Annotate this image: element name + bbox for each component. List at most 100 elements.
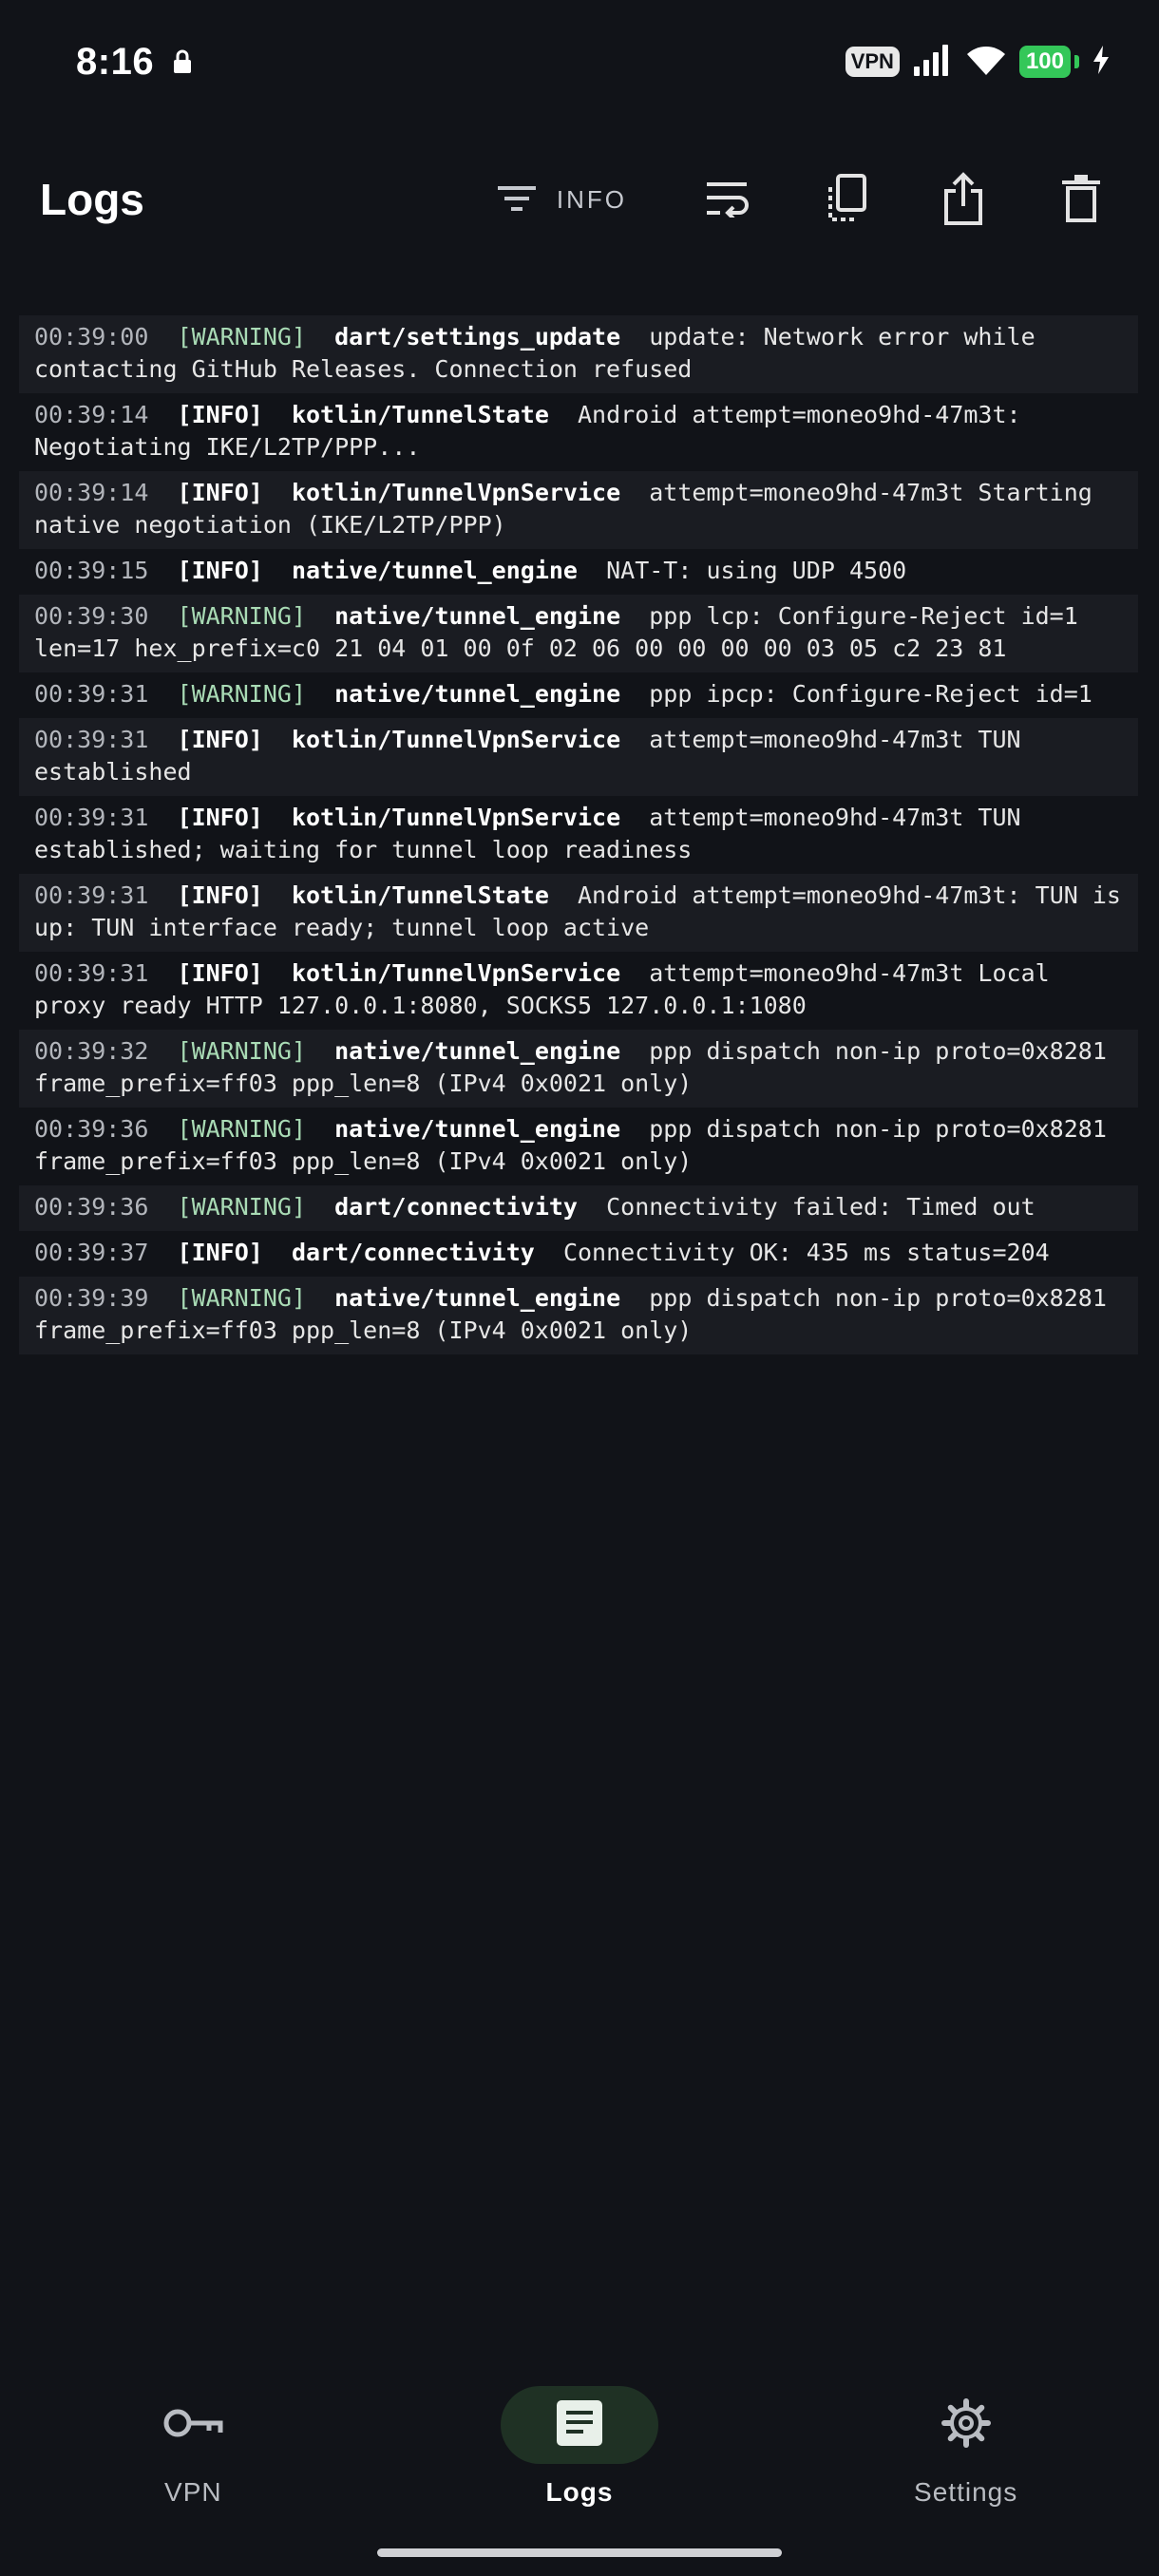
log-level: [WARNING] — [177, 602, 306, 630]
log-source: native/tunnel_engine — [334, 680, 621, 708]
log-entry[interactable]: 00:39:31 [WARNING] native/tunnel_engine … — [19, 672, 1138, 718]
nav-label-settings: Settings — [914, 2477, 1018, 2507]
wrap-text-button[interactable] — [690, 161, 766, 237]
log-source: native/tunnel_engine — [334, 1037, 621, 1065]
page-title: Logs — [40, 175, 144, 224]
home-indicator[interactable] — [377, 2548, 782, 2557]
log-entry[interactable]: 00:39:31 [INFO] kotlin/TunnelVpnService … — [19, 796, 1138, 874]
copy-icon — [825, 173, 866, 226]
log-timestamp: 00:39:14 — [34, 401, 149, 428]
nav-icon-container — [500, 2386, 658, 2464]
nav-icon-container — [887, 2386, 1045, 2464]
log-timestamp: 00:39:31 — [34, 881, 149, 909]
log-timestamp: 00:39:36 — [34, 1193, 149, 1221]
log-message: NAT-T: using UDP 4500 — [606, 557, 907, 584]
log-level: [INFO] — [177, 479, 263, 506]
log-level: [WARNING] — [177, 1193, 306, 1221]
article-icon — [556, 2399, 602, 2451]
log-entry[interactable]: 00:39:30 [WARNING] native/tunnel_engine … — [19, 595, 1138, 672]
charging-icon — [1092, 45, 1110, 79]
log-source: native/tunnel_engine — [334, 602, 621, 630]
header-actions: INFO — [477, 161, 1119, 237]
app-bar: Logs INFO — [0, 152, 1159, 247]
share-icon — [942, 171, 984, 228]
log-timestamp: 00:39:31 — [34, 680, 149, 708]
log-source: dart/settings_update — [334, 323, 621, 350]
status-left: 8:16 — [76, 41, 194, 84]
wrap-text-icon — [705, 180, 750, 220]
log-level: [WARNING] — [177, 323, 306, 350]
filter-label: INFO — [556, 184, 627, 214]
log-level: [WARNING] — [177, 1037, 306, 1065]
log-level-filter-button[interactable]: INFO — [477, 161, 648, 237]
battery-level: 100 — [1018, 46, 1071, 78]
log-timestamp: 00:39:37 — [34, 1239, 149, 1266]
log-entry[interactable]: 00:39:36 [WARNING] native/tunnel_engine … — [19, 1108, 1138, 1185]
log-timestamp: 00:39:31 — [34, 726, 149, 753]
log-source: native/tunnel_engine — [291, 557, 578, 584]
log-timestamp: 00:39:14 — [34, 479, 149, 506]
log-message: ppp ipcp: Configure-Reject id=1 — [649, 680, 1092, 708]
log-entry[interactable]: 00:39:00 [WARNING] dart/settings_update … — [19, 315, 1138, 393]
nav-item-settings[interactable]: Settings — [824, 2365, 1109, 2508]
status-time: 8:16 — [76, 40, 155, 83]
log-entry[interactable]: 00:39:31 [INFO] kotlin/TunnelState Andro… — [19, 874, 1138, 952]
log-entry[interactable]: 00:39:15 [INFO] native/tunnel_engine NAT… — [19, 549, 1138, 595]
log-entry[interactable]: 00:39:36 [WARNING] dart/connectivity Con… — [19, 1185, 1138, 1231]
nav-item-logs[interactable]: Logs — [437, 2365, 722, 2508]
battery-icon: 100 — [1018, 46, 1079, 78]
log-source: native/tunnel_engine — [334, 1115, 621, 1143]
nav-item-vpn[interactable]: VPN — [50, 2365, 335, 2508]
key-icon — [162, 2404, 224, 2447]
log-source: dart/connectivity — [291, 1239, 535, 1266]
nav-label-vpn: VPN — [164, 2477, 222, 2507]
gear-icon — [940, 2397, 991, 2453]
filter-icon — [497, 184, 536, 216]
log-list[interactable]: 00:39:00 [WARNING] dart/settings_update … — [19, 315, 1138, 1354]
log-source: kotlin/TunnelVpnService — [291, 804, 621, 831]
log-level: [INFO] — [177, 1239, 263, 1266]
log-timestamp: 00:39:31 — [34, 804, 149, 831]
log-entry[interactable]: 00:39:31 [INFO] kotlin/TunnelVpnService … — [19, 718, 1138, 796]
log-level: [INFO] — [177, 557, 263, 584]
log-entry[interactable]: 00:39:14 [INFO] kotlin/TunnelState Andro… — [19, 393, 1138, 471]
log-level: [INFO] — [177, 726, 263, 753]
nav-icon-container — [114, 2386, 272, 2464]
log-timestamp: 00:39:15 — [34, 557, 149, 584]
log-timestamp: 00:39:36 — [34, 1115, 149, 1143]
bottom-navigation: VPN Logs Settings — [0, 2365, 1159, 2527]
signal-icon — [913, 44, 953, 81]
log-entry[interactable]: 00:39:14 [INFO] kotlin/TunnelVpnService … — [19, 471, 1138, 549]
copy-button[interactable] — [808, 161, 884, 237]
log-level: [WARNING] — [177, 1284, 306, 1312]
log-source: kotlin/TunnelState — [291, 401, 549, 428]
log-level: [WARNING] — [177, 1115, 306, 1143]
log-entry[interactable]: 00:39:37 [INFO] dart/connectivity Connec… — [19, 1231, 1138, 1277]
share-button[interactable] — [925, 161, 1001, 237]
log-source: kotlin/TunnelVpnService — [291, 959, 621, 987]
log-source: kotlin/TunnelState — [291, 881, 549, 909]
log-level: [WARNING] — [177, 680, 306, 708]
log-timestamp: 00:39:39 — [34, 1284, 149, 1312]
log-source: native/tunnel_engine — [334, 1284, 621, 1312]
status-bar: 8:16 VPN 100 — [0, 0, 1159, 123]
log-entry[interactable]: 00:39:32 [WARNING] native/tunnel_engine … — [19, 1030, 1138, 1108]
status-right: VPN 100 — [845, 44, 1110, 81]
log-timestamp: 00:39:00 — [34, 323, 149, 350]
log-source: dart/connectivity — [334, 1193, 578, 1221]
log-source: kotlin/TunnelVpnService — [291, 726, 621, 753]
delete-icon — [1062, 174, 1100, 225]
log-level: [INFO] — [177, 401, 263, 428]
log-level: [INFO] — [177, 959, 263, 987]
delete-button[interactable] — [1043, 161, 1119, 237]
log-timestamp: 00:39:32 — [34, 1037, 149, 1065]
log-timestamp: 00:39:30 — [34, 602, 149, 630]
nav-label-logs: Logs — [545, 2477, 614, 2507]
log-entry[interactable]: 00:39:39 [WARNING] native/tunnel_engine … — [19, 1277, 1138, 1354]
log-entry[interactable]: 00:39:31 [INFO] kotlin/TunnelVpnService … — [19, 952, 1138, 1030]
lock-icon — [171, 48, 194, 75]
log-message: Connectivity OK: 435 ms status=204 — [562, 1239, 1050, 1266]
log-level: [INFO] — [177, 881, 263, 909]
log-level: [INFO] — [177, 804, 263, 831]
log-message: Connectivity failed: Timed out — [606, 1193, 1036, 1221]
